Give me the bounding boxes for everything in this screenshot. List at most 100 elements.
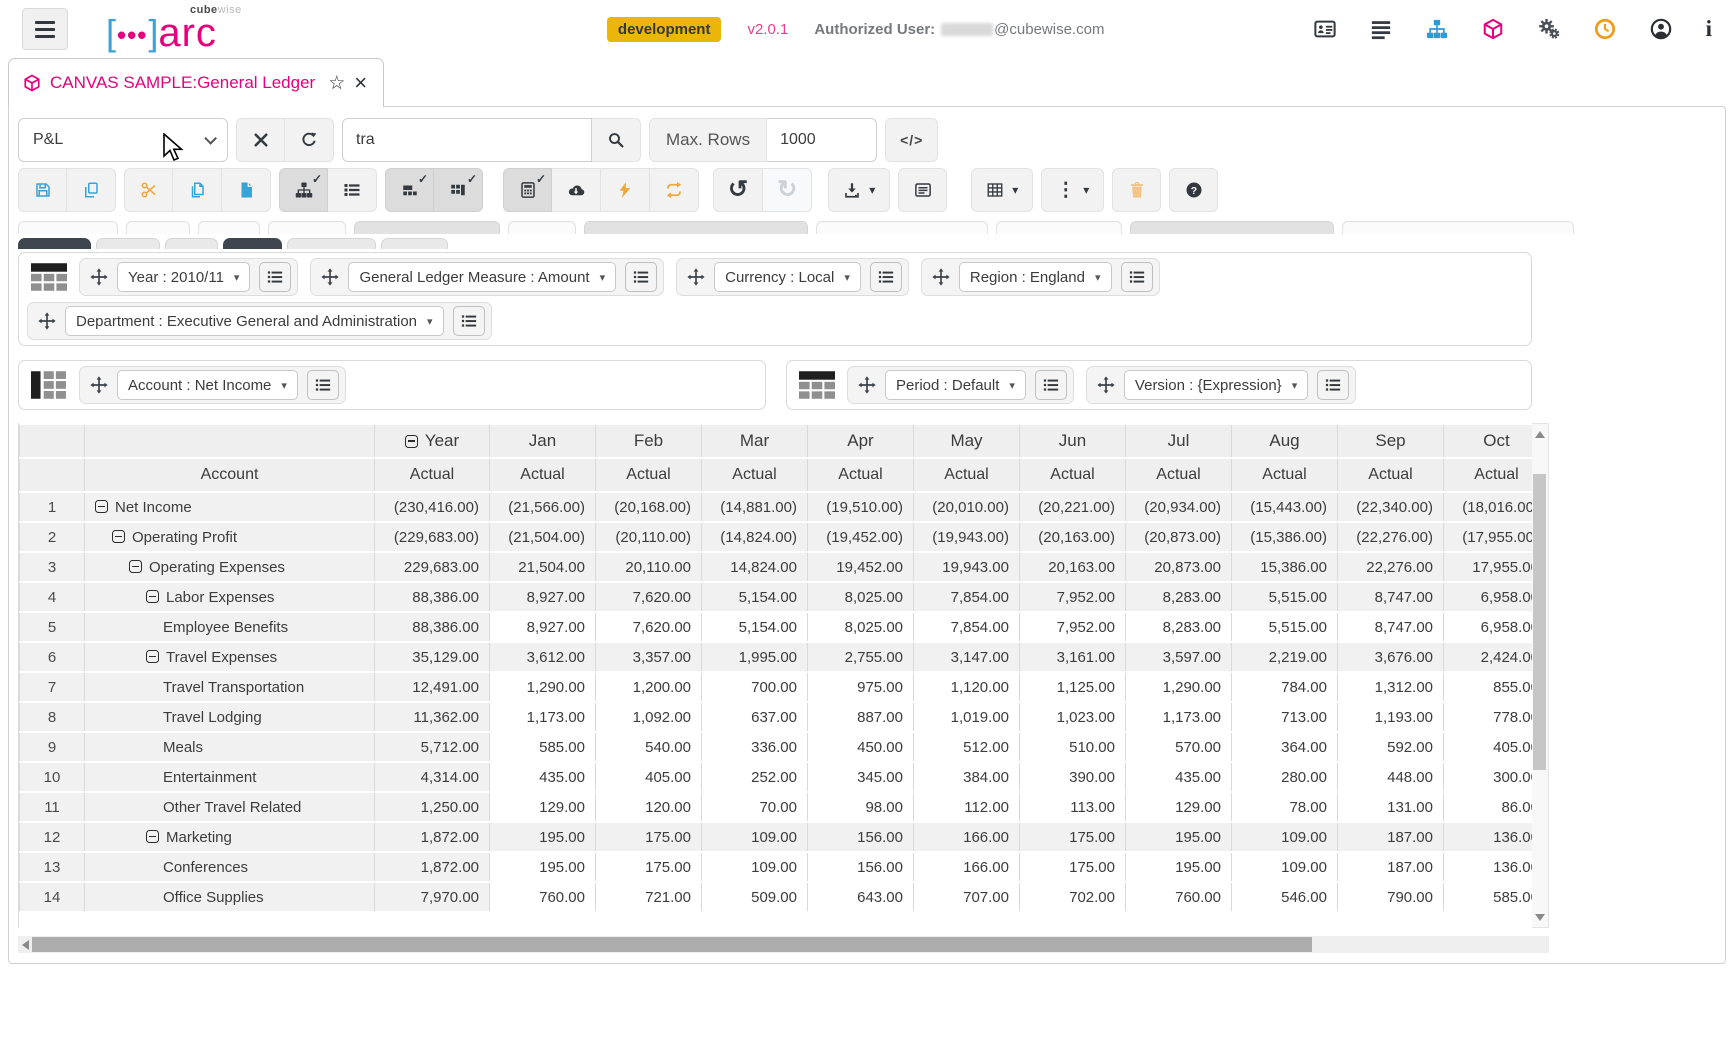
grid-cell[interactable]: 3,612.00 xyxy=(489,642,596,672)
grid-cell[interactable]: 2,424.00 xyxy=(1443,642,1532,672)
refresh-view-button[interactable] xyxy=(285,118,334,162)
grid-cell[interactable]: (19,943.00) xyxy=(913,522,1020,552)
grid-cell[interactable]: 88,386.00 xyxy=(374,582,490,612)
grid-cell[interactable]: 6,958.00 xyxy=(1443,582,1532,612)
grid-cell[interactable]: 3,676.00 xyxy=(1337,642,1444,672)
column-header-month[interactable]: Jun xyxy=(1019,424,1126,458)
account-cell[interactable]: Net Income xyxy=(84,492,375,522)
grid-cell[interactable]: 405.00 xyxy=(1443,732,1532,762)
dimension-select-year[interactable]: Year : 2010/11 ▾ xyxy=(117,262,251,292)
grid-cell[interactable]: (20,163.00) xyxy=(1019,522,1126,552)
commit-data-button[interactable] xyxy=(552,168,601,212)
subset-list-button[interactable] xyxy=(869,262,902,292)
measure-header[interactable]: Actual xyxy=(1231,458,1338,492)
grid-cell[interactable]: 570.00 xyxy=(1125,732,1232,762)
grid-cell[interactable]: 120.00 xyxy=(595,792,702,822)
cut-button[interactable] xyxy=(124,168,173,212)
dimension-select-region[interactable]: Region : England ▾ xyxy=(958,262,1112,292)
grid-cell[interactable]: (20,168.00) xyxy=(595,492,702,522)
grid-cell[interactable]: 707.00 xyxy=(913,882,1020,912)
grid-cell[interactable]: (14,824.00) xyxy=(701,522,808,552)
grid-cell[interactable]: 20,110.00 xyxy=(595,552,702,582)
account-cell[interactable]: Operating Profit xyxy=(84,522,375,552)
grid-cell[interactable]: 35,129.00 xyxy=(374,642,490,672)
contacts-icon[interactable] xyxy=(1314,18,1336,40)
grid-cell[interactable]: 1,290.00 xyxy=(1125,672,1232,702)
grid-cell[interactable]: 187.00 xyxy=(1337,852,1444,882)
grid-cell[interactable]: 195.00 xyxy=(1125,822,1232,852)
grid-cell[interactable]: 790.00 xyxy=(1337,882,1444,912)
grid-cell[interactable]: 7,620.00 xyxy=(595,582,702,612)
column-header-month[interactable]: Jul xyxy=(1125,424,1232,458)
grid-cell[interactable]: 1,193.00 xyxy=(1337,702,1444,732)
grid-cell[interactable]: (15,386.00) xyxy=(1231,522,1338,552)
collapse-icon[interactable] xyxy=(129,560,142,573)
account-cell[interactable]: Employee Benefits xyxy=(84,612,375,642)
column-header-month[interactable]: Sep xyxy=(1337,424,1444,458)
subset-list-button[interactable] xyxy=(1317,370,1350,400)
grid-cell[interactable]: 1,023.00 xyxy=(1019,702,1126,732)
grid-cell[interactable]: 509.00 xyxy=(701,882,808,912)
grid-cell[interactable]: 113.00 xyxy=(1019,792,1126,822)
column-header-month[interactable]: Aug xyxy=(1231,424,1338,458)
measure-header[interactable]: Actual xyxy=(1019,458,1126,492)
grid-cell[interactable]: 15,386.00 xyxy=(1231,552,1338,582)
grid-cell[interactable]: 19,452.00 xyxy=(807,552,914,582)
paste-button[interactable] xyxy=(222,168,271,212)
tab-canvas-sample-general-ledger[interactable]: CANVAS SAMPLE:General Ledger ☆ × xyxy=(8,58,385,107)
drag-handle-icon[interactable] xyxy=(932,268,950,286)
grid-cell[interactable]: 1,250.00 xyxy=(374,792,490,822)
measure-header[interactable]: Actual xyxy=(489,458,596,492)
row-number[interactable]: 11 xyxy=(19,792,85,822)
measure-header[interactable]: Actual xyxy=(595,458,702,492)
grid-cell[interactable]: 784.00 xyxy=(1231,672,1338,702)
grid-cell[interactable]: 78.00 xyxy=(1231,792,1338,822)
row-number[interactable]: 3 xyxy=(19,552,85,582)
hamburger-menu-button[interactable] xyxy=(22,8,68,50)
row-number[interactable]: 12 xyxy=(19,822,85,852)
row-dimension-header[interactable]: Account xyxy=(84,458,375,492)
grid-cell[interactable]: 1,173.00 xyxy=(1125,702,1232,732)
account-cell[interactable]: Entertainment xyxy=(84,762,375,792)
grid-cell[interactable]: 585.00 xyxy=(1443,882,1532,912)
grid-cell[interactable]: 166.00 xyxy=(913,822,1020,852)
row-number[interactable]: 6 xyxy=(19,642,85,672)
drag-handle-icon[interactable] xyxy=(687,268,705,286)
vertical-scrollbar[interactable] xyxy=(1532,423,1549,928)
measure-header[interactable]: Actual xyxy=(1125,458,1232,492)
grid-cell[interactable]: 109.00 xyxy=(701,822,808,852)
scroll-down-arrow[interactable] xyxy=(1532,909,1547,925)
grid-cell[interactable]: 435.00 xyxy=(489,762,596,792)
subset-list-button[interactable] xyxy=(306,370,339,400)
grid-cell[interactable]: 1,019.00 xyxy=(913,702,1020,732)
grid-cell[interactable]: 17,955.00 xyxy=(1443,552,1532,582)
help-button[interactable] xyxy=(1169,168,1219,212)
row-number[interactable]: 9 xyxy=(19,732,85,762)
grid-cell[interactable]: 1,173.00 xyxy=(489,702,596,732)
grid-cell[interactable]: 252.00 xyxy=(701,762,808,792)
grid-cell[interactable]: (21,566.00) xyxy=(489,492,596,522)
gears-icon[interactable] xyxy=(1538,18,1560,40)
grid-cell[interactable]: (19,452.00) xyxy=(807,522,914,552)
grid-cell[interactable]: (14,881.00) xyxy=(701,492,808,522)
grid-cell[interactable]: 2,755.00 xyxy=(807,642,914,672)
row-number[interactable]: 4 xyxy=(19,582,85,612)
grid-cell[interactable]: 166.00 xyxy=(913,852,1020,882)
list-icon[interactable] xyxy=(1370,18,1392,40)
grid-cell[interactable]: (19,510.00) xyxy=(807,492,914,522)
grid-cell[interactable]: 512.00 xyxy=(913,732,1020,762)
account-cell[interactable]: Travel Lodging xyxy=(84,702,375,732)
account-cell[interactable]: Conferences xyxy=(84,852,375,882)
grid-cell[interactable]: 8,025.00 xyxy=(807,582,914,612)
max-rows-input[interactable] xyxy=(767,118,878,162)
save-button[interactable] xyxy=(18,168,67,212)
undo-button[interactable]: ↺ xyxy=(713,168,764,212)
account-cell[interactable]: Office Supplies xyxy=(84,882,375,912)
grid-cell[interactable]: 7,952.00 xyxy=(1019,612,1126,642)
grid-cell[interactable]: (20,221.00) xyxy=(1019,492,1126,522)
subset-list-button[interactable] xyxy=(452,306,485,336)
grid-cell[interactable]: 8,747.00 xyxy=(1337,582,1444,612)
column-header-month[interactable]: Jan xyxy=(489,424,596,458)
grid-cell[interactable]: 3,597.00 xyxy=(1125,642,1232,672)
dimension-select-currency[interactable]: Currency : Local ▾ xyxy=(714,262,861,292)
